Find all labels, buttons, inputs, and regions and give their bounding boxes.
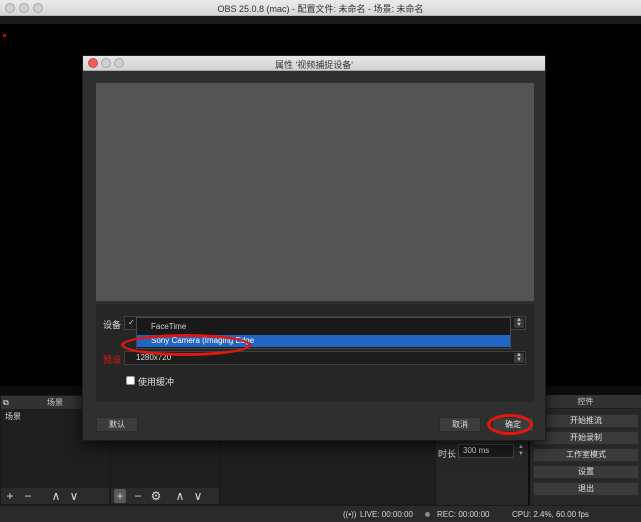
chevron-updown-icon: ▲ ▼ (514, 352, 524, 363)
sources-toolbar: + − ⚙ ∧ ∨ (111, 488, 219, 504)
scene-item[interactable]: 场景 (5, 411, 21, 422)
cancel-button[interactable]: 取消 (439, 417, 481, 432)
preview-marker (3, 34, 6, 37)
add-source-button[interactable]: + (114, 489, 126, 503)
use-buffer-label: 使用缓冲 (138, 377, 175, 387)
device-option-sony-camera[interactable]: Sony Camera (Imaging Edge (137, 335, 510, 347)
defaults-button[interactable]: 默认 (96, 417, 138, 432)
start-streaming-button[interactable]: 开始推流 (533, 414, 639, 428)
device-dropdown: FaceTime Sony Camera (Imaging Edge (136, 317, 511, 349)
move-source-up-button[interactable]: ∧ (174, 489, 186, 503)
device-selected-value: ✓ (128, 318, 135, 327)
preset-value: 1280x720 (136, 353, 172, 362)
cpu-status: CPU: 2.4%, 60.00 fps (512, 510, 589, 519)
device-label: 设备 (103, 320, 122, 330)
start-recording-button[interactable]: 开始录制 (533, 431, 639, 445)
dialog-titlebar: 属性 '视频捕捉设备' (83, 56, 545, 71)
preset-select[interactable]: 1280x720 ▲ ▼ (124, 351, 526, 365)
window-titlebar: OBS 25.0.8 (mac) - 配置文件: 未命名 - 场景: 未命名 (0, 0, 641, 16)
device-option-facetime[interactable]: FaceTime (137, 321, 510, 333)
duration-label: 时长 (438, 449, 457, 459)
properties-form: 设备 ✓ ▲ ▼ FaceTime Sony Camera (Imaging Ed… (96, 304, 534, 402)
rec-dot-icon (425, 512, 430, 517)
chevron-updown-icon: ▲ ▼ (514, 317, 524, 328)
properties-dialog: 属性 '视频捕捉设备' 设备 ✓ ▲ ▼ FaceTime Sony Camera… (82, 55, 546, 441)
live-icon: ((•)) (343, 510, 357, 519)
live-status: LIVE: 00:00:00 (360, 510, 413, 519)
studio-mode-button[interactable]: 工作室模式 (533, 448, 639, 462)
rec-status: REC: 00:00:00 (437, 510, 490, 519)
controls-dock: 控件 开始推流 开始录制 工作室模式 设置 退出 (530, 395, 641, 505)
remove-source-button[interactable]: − (132, 489, 144, 503)
dock-float-icon[interactable]: ⧉ (3, 398, 12, 407)
source-properties-gear-icon[interactable]: ⚙ (150, 489, 162, 503)
exit-button[interactable]: 退出 (533, 482, 639, 496)
move-scene-down-button[interactable]: ∨ (68, 489, 80, 503)
settings-button[interactable]: 设置 (533, 465, 639, 479)
scenes-toolbar: + − ∧ ∨ (1, 488, 109, 504)
dialog-preview (96, 83, 534, 301)
dialog-title: 属性 '视频捕捉设备' (275, 60, 353, 70)
duration-input[interactable]: 300 ms (458, 444, 514, 458)
move-scene-up-button[interactable]: ∧ (50, 489, 62, 503)
move-source-down-button[interactable]: ∨ (192, 489, 204, 503)
remove-scene-button[interactable]: − (22, 489, 34, 503)
use-buffer-checkbox[interactable] (126, 376, 135, 385)
ok-button[interactable]: 确定 (492, 417, 534, 432)
preset-label: 预设 (103, 355, 122, 365)
status-bar: ((•)) LIVE: 00:00:00 REC: 00:00:00 CPU: … (0, 505, 641, 522)
duration-stepper[interactable]: ▲ ▼ (516, 444, 526, 458)
add-scene-button[interactable]: + (4, 489, 16, 503)
window-title: OBS 25.0.8 (mac) - 配置文件: 未命名 - 场景: 未命名 (217, 4, 424, 14)
controls-dock-header: 控件 (530, 395, 641, 409)
obs-app: OBS 25.0.8 (mac) - 配置文件: 未命名 - 场景: 未命名 场… (0, 0, 641, 522)
